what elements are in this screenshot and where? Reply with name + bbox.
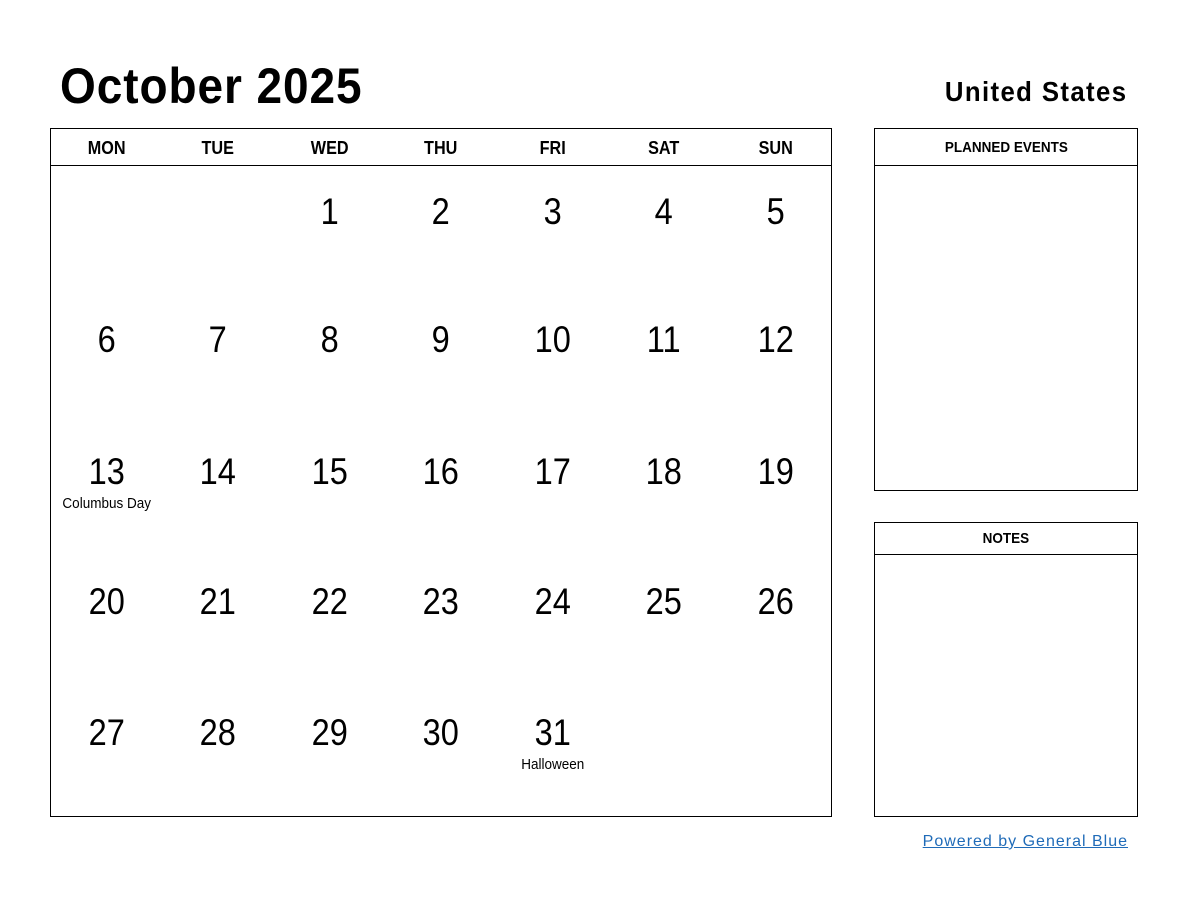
day-number: 29 [311,712,348,753]
day-number: 19 [757,451,794,492]
weekday-wed: WED [310,138,349,158]
day-cell: 18 [608,426,719,556]
day-number: 12 [757,319,794,360]
day-cell: 6 [51,294,162,426]
powered-by-link[interactable]: Powered by General Blue [923,831,1128,853]
day-cell: 22 [274,556,385,687]
weekday-sun: SUN [758,138,793,158]
day-number: 4 [654,191,673,232]
day-cell: 29 [274,687,385,816]
planned-events-panel: PLANNED EVENTS [874,128,1138,491]
day-number: 9 [431,319,451,360]
day-number: 30 [422,712,460,753]
day-number: 5 [766,191,785,232]
empty-cell [720,687,831,816]
day-number: 21 [200,581,237,622]
day-cell: 1 [274,166,385,294]
day-cell: 16 [385,426,496,556]
weekday-sat: SAT [648,138,680,158]
day-number: 26 [757,581,794,622]
day-number: 7 [209,319,228,360]
empty-cell [51,166,162,294]
planned-events-title: PLANNED EVENTS [944,139,1068,156]
weekday-tue: TUE [201,138,235,158]
notes-title: NOTES [982,530,1030,547]
day-cell: 26 [720,556,831,687]
notes-header: NOTES [875,523,1137,555]
weekday-fri: FRI [539,138,566,158]
day-number: 1 [320,191,339,232]
day-number: 3 [543,191,562,232]
calendar-body: 1 2 3 4 5 6 7 8 9 10 11 12 13 Columbus Day 14 15 16 17 18 1… [51,166,831,816]
day-cell: 10 [497,294,608,426]
day-cell: 8 [274,294,385,426]
day-cell: 7 [162,294,273,426]
calendar-grid: MON TUE WED THU FRI SAT SUN 1 2 3 4 5 6 7 8 9 10 1… [50,128,832,817]
day-cell: 9 [385,294,496,426]
weekday-thu: THU [424,138,458,158]
day-number: 20 [88,581,125,622]
day-number: 24 [534,581,571,622]
day-cell: 17 [497,426,608,556]
empty-cell [162,166,273,294]
day-cell: 12 [720,294,831,426]
day-number: 23 [422,581,460,622]
day-number: 15 [311,451,348,492]
day-cell: 14 [162,426,273,556]
day-cell: 15 [274,426,385,556]
day-cell: 27 [51,687,162,816]
holiday-label: Halloween [520,756,584,773]
day-number: 25 [645,581,682,622]
day-number: 14 [200,451,237,492]
country-label: United States [944,76,1127,107]
day-number: 13 [88,451,125,492]
day-number: 22 [311,581,348,622]
day-number: 10 [534,319,571,360]
day-number: 28 [200,712,237,753]
day-cell: 28 [162,687,273,816]
day-cell: 2 [385,166,496,294]
holiday-label: Columbus Day [62,495,151,512]
empty-cell [608,687,719,816]
day-cell: 21 [162,556,273,687]
day-cell: 13 Columbus Day [51,426,162,556]
day-number: 18 [645,451,682,492]
day-number: 11 [646,319,681,360]
day-cell: 4 [608,166,719,294]
day-number: 16 [422,451,460,492]
day-cell: 5 [720,166,831,294]
day-number: 8 [320,319,339,360]
day-cell: 11 [608,294,719,426]
planned-events-header: PLANNED EVENTS [875,129,1137,166]
weekday-header: MON TUE WED THU FRI SAT SUN [51,129,831,166]
day-number: 27 [88,712,125,753]
day-cell: 23 [385,556,496,687]
day-cell: 25 [608,556,719,687]
weekday-mon: MON [87,138,126,158]
day-number: 31 [534,712,571,753]
day-cell: 20 [51,556,162,687]
day-cell: 19 [720,426,831,556]
notes-panel: NOTES [874,522,1138,817]
day-number: 17 [534,451,571,492]
day-cell: 3 [497,166,608,294]
page-title: October 2025 [60,58,363,114]
day-number: 2 [431,191,451,232]
day-number: 6 [97,319,116,360]
day-cell: 24 [497,556,608,687]
day-cell: 31 Halloween [497,687,608,816]
day-cell: 30 [385,687,496,816]
